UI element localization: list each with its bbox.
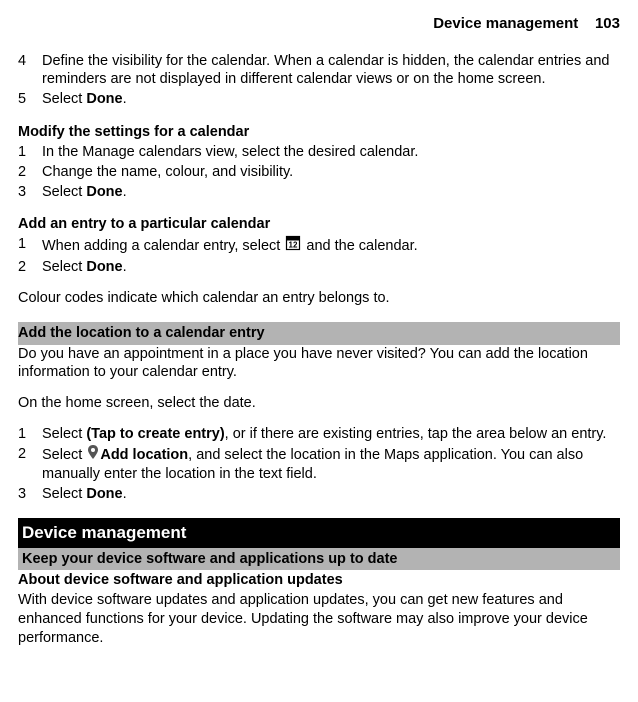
paragraph: Colour codes indicate which calendar an … bbox=[18, 289, 620, 308]
list-item: 1 In the Manage calendars view, select t… bbox=[18, 143, 620, 162]
list-number: 2 bbox=[18, 445, 42, 484]
list-text: Select (Tap to create entry), or if ther… bbox=[42, 425, 620, 444]
paragraph: Do you have an appointment in a place yo… bbox=[18, 345, 620, 383]
list-text: Select Done. bbox=[42, 90, 620, 109]
text-bold: Done bbox=[86, 184, 122, 200]
list-text: Change the name, colour, and visibility. bbox=[42, 163, 620, 182]
text-bold: Done bbox=[86, 259, 122, 275]
text-pre: Select bbox=[42, 184, 86, 200]
list-text: In the Manage calendars view, select the… bbox=[42, 143, 620, 162]
list-item: 2 Change the name, colour, and visibilit… bbox=[18, 163, 620, 182]
list-item: 3 Select Done. bbox=[18, 183, 620, 202]
section-band: Add the location to a calendar entry bbox=[18, 322, 620, 345]
svg-text:12: 12 bbox=[289, 241, 298, 250]
text-pre: Select bbox=[42, 259, 86, 275]
text-pre: When adding a calendar entry, select bbox=[42, 238, 284, 254]
list-item: 5 Select Done. bbox=[18, 90, 620, 109]
text-post: . bbox=[123, 486, 127, 502]
list-item: 1 Select (Tap to create entry), or if th… bbox=[18, 425, 620, 444]
list-item: 4 Define the visibility for the calendar… bbox=[18, 52, 620, 90]
list-item: 3 Select Done. bbox=[18, 485, 620, 504]
list-item: 2 Select Add location, and select the lo… bbox=[18, 445, 620, 484]
text-post: . bbox=[123, 91, 127, 107]
list-number: 4 bbox=[18, 52, 42, 90]
text-bold: Add location bbox=[100, 447, 188, 463]
text-post: , or if there are existing entries, tap … bbox=[225, 426, 607, 442]
sub-heading: About device software and application up… bbox=[18, 570, 620, 591]
list-number: 1 bbox=[18, 143, 42, 162]
text-post: and the calendar. bbox=[302, 238, 417, 254]
list-number: 3 bbox=[18, 183, 42, 202]
list-number: 1 bbox=[18, 425, 42, 444]
list-item: 2 Select Done. bbox=[18, 258, 620, 277]
text-post: . bbox=[123, 259, 127, 275]
text-bold: Done bbox=[86, 91, 122, 107]
list-text: Select Done. bbox=[42, 485, 620, 504]
paragraph: With device software updates and applica… bbox=[18, 591, 620, 648]
list-number: 5 bbox=[18, 90, 42, 109]
text-bold: Done bbox=[86, 486, 122, 502]
page-content: 4 Define the visibility for the calendar… bbox=[18, 52, 620, 648]
list-number: 3 bbox=[18, 485, 42, 504]
text-bold: (Tap to create entry) bbox=[86, 426, 224, 442]
calendar-icon: 12 bbox=[285, 235, 301, 257]
list-text: Select Done. bbox=[42, 258, 620, 277]
text-pre: Select bbox=[42, 91, 86, 107]
list-text: Define the visibility for the calendar. … bbox=[42, 52, 620, 90]
section-title-band: Device management bbox=[18, 518, 620, 548]
text-pre: Select bbox=[42, 486, 86, 502]
section-heading: Add an entry to a particular calendar bbox=[18, 215, 620, 234]
section-band: Keep your device software and applicatio… bbox=[18, 548, 620, 571]
list-item: 1 When adding a calendar entry, select 1… bbox=[18, 235, 620, 257]
list-number: 1 bbox=[18, 235, 42, 257]
header-title: Device management bbox=[433, 15, 578, 32]
list-text: Select Done. bbox=[42, 183, 620, 202]
list-number: 2 bbox=[18, 258, 42, 277]
text-post: . bbox=[123, 184, 127, 200]
section-heading: Modify the settings for a calendar bbox=[18, 123, 620, 142]
page-header: Device management 103 bbox=[18, 14, 620, 34]
text-pre: Select bbox=[42, 447, 86, 463]
paragraph: On the home screen, select the date. bbox=[18, 394, 620, 413]
text-pre: Select bbox=[42, 426, 86, 442]
page-number: 103 bbox=[595, 15, 620, 32]
list-number: 2 bbox=[18, 163, 42, 182]
list-text: Select Add location, and select the loca… bbox=[42, 445, 620, 484]
list-text: When adding a calendar entry, select 12 … bbox=[42, 235, 620, 257]
pin-icon bbox=[87, 445, 99, 465]
